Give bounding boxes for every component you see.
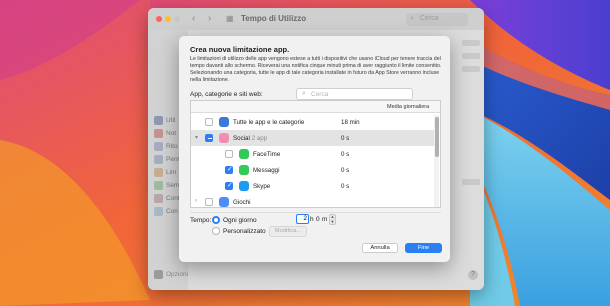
pane-control: [462, 53, 480, 59]
grid-view-icon[interactable]: ▦: [226, 13, 234, 25]
row-name: Giochi: [233, 199, 251, 206]
row-checkbox[interactable]: [225, 181, 233, 190]
row-daily-average: 0 s: [341, 135, 350, 142]
minutes-unit: m: [322, 216, 328, 223]
divider: [190, 212, 441, 213]
zoom-window-button[interactable]: [174, 16, 180, 22]
row-app-count: 2 app: [251, 135, 268, 142]
table-row[interactable]: FaceTime 0 s: [191, 146, 434, 162]
sheet-title: Crea nuova limitazione app.: [190, 45, 290, 54]
sidebar-item-label: Cont: [166, 195, 180, 202]
help-button[interactable]: ?: [468, 270, 478, 280]
new-app-limit-sheet: Crea nuova limitazione app. Le limitazio…: [179, 36, 450, 262]
row-label: FaceTime: [253, 151, 280, 158]
time-label: Tempo:: [190, 217, 212, 224]
row-checkbox[interactable]: [205, 134, 213, 142]
apps-search-placeholder: Cerca: [311, 91, 329, 98]
pane-control: [462, 179, 480, 185]
back-arrow-icon[interactable]: ‹: [192, 13, 195, 25]
table-row[interactable]: › Giochi: [191, 194, 434, 207]
options-button[interactable]: Opzioni: [154, 270, 188, 279]
window-search-field[interactable]: ⌕ Cerca: [406, 13, 468, 26]
every-day-radio[interactable]: [212, 216, 220, 224]
forward-arrow-icon[interactable]: ›: [208, 13, 211, 25]
row-daily-average: 0 s: [341, 151, 350, 158]
messages-icon: [239, 165, 249, 175]
custom-label[interactable]: Personalizzato: [223, 228, 266, 235]
hours-field[interactable]: 2: [296, 214, 309, 224]
pane-control: [462, 40, 480, 46]
custom-radio[interactable]: [212, 227, 220, 235]
time-stepper[interactable]: ▲ ▼: [329, 214, 336, 225]
window-search-placeholder: Cerca: [420, 15, 439, 22]
row-label: Skype: [253, 183, 270, 190]
window-title: Tempo di Utilizzo: [241, 14, 307, 23]
apps-label: App, categorie e siti web:: [190, 91, 263, 98]
scrollbar-thumb[interactable]: [434, 117, 439, 157]
row-label: Tutte le app e le categorie: [233, 119, 304, 126]
close-window-button[interactable]: [156, 16, 162, 22]
row-checkbox[interactable]: [205, 198, 213, 206]
row-name: Tutte le app e le categorie: [233, 119, 305, 126]
sidebar-item-label: Not: [166, 130, 177, 137]
search-icon: ⌕: [410, 15, 414, 22]
table-row[interactable]: Skype 0 s: [191, 178, 434, 194]
table-row[interactable]: Tutte le app e le categorie 18 min: [191, 114, 434, 130]
disclosure-triangle-icon[interactable]: ›: [195, 198, 197, 204]
modify-button[interactable]: Modifica...: [269, 226, 307, 237]
row-checkbox[interactable]: [205, 118, 213, 126]
row-label: Giochi: [233, 199, 251, 206]
every-day-label[interactable]: Ogni giorno: [223, 217, 257, 224]
sidebar-item-icon: [154, 129, 163, 138]
apps-table: Media giornaliera Tutte le app e le cate…: [190, 100, 441, 208]
minutes-field[interactable]: 0: [316, 216, 320, 223]
sidebar-item-icon: [154, 155, 163, 164]
row-checkbox[interactable]: [225, 165, 233, 174]
hours-unit: h: [310, 216, 314, 223]
table-row[interactable]: ▾ Social 2 app 0 s: [191, 130, 434, 146]
stack-icon: [219, 117, 229, 127]
row-daily-average: 0 s: [341, 167, 350, 174]
minimize-window-button[interactable]: [165, 16, 171, 22]
sidebar-item-icon: [154, 207, 163, 216]
sidebar-item-icon: [154, 116, 163, 125]
sidebar-item-icon: [154, 168, 163, 177]
facetime-icon: [239, 149, 249, 159]
options-label: Opzioni: [166, 271, 189, 279]
skype-icon: [239, 181, 249, 191]
row-name: FaceTime: [253, 151, 281, 158]
row-name: Skype: [253, 183, 271, 190]
search-icon: ⌕: [302, 90, 306, 97]
apps-search-field[interactable]: ⌕ Cerca: [296, 88, 413, 100]
title-bar: ‹ › ▦ Tempo di Utilizzo ⌕ Cerca: [148, 8, 484, 30]
cancel-button[interactable]: Annulla: [362, 243, 398, 253]
row-label: Messaggi: [253, 167, 279, 174]
row-checkbox[interactable]: [225, 150, 233, 158]
sidebar-item-icon: [154, 181, 163, 190]
table-header: Media giornaliera: [191, 101, 440, 113]
sheet-description: Le limitazioni di utilizzo delle app ven…: [190, 56, 442, 83]
sidebar-item-label: Lim: [166, 169, 177, 176]
options-icon: [154, 270, 163, 279]
table-scrollbar[interactable]: [434, 115, 439, 207]
row-label: Social 2 app: [233, 135, 267, 142]
row-name: Social: [233, 135, 250, 142]
sidebar-item-label: Util: [166, 117, 176, 124]
games-icon: [219, 197, 229, 207]
table-row[interactable]: Messaggi 0 s: [191, 162, 434, 178]
sidebar-item-icon: [154, 194, 163, 203]
column-header-daily-average[interactable]: Media giornaliera: [387, 104, 429, 110]
sidebar-item-label: Sem: [166, 182, 180, 189]
disclosure-triangle-icon[interactable]: ▾: [195, 134, 198, 141]
social-icon: [219, 133, 229, 143]
sidebar-item-label: Rito: [166, 143, 178, 150]
row-daily-average: 18 min: [341, 119, 360, 126]
row-name: Messaggi: [253, 167, 280, 174]
sidebar-item-icon: [154, 142, 163, 151]
sidebar-item-label: Con: [166, 208, 178, 215]
done-button[interactable]: Fine: [405, 243, 442, 253]
row-daily-average: 0 s: [341, 183, 350, 190]
pane-control: [462, 66, 480, 72]
